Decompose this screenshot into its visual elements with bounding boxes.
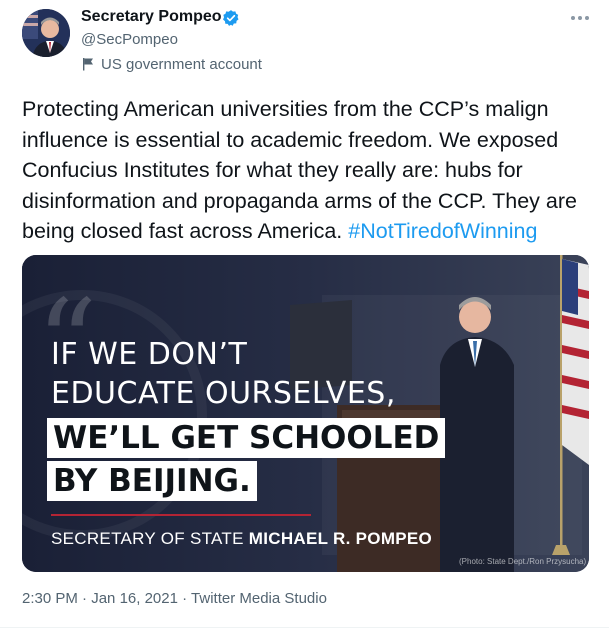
- media-quote-line-1: IF WE DON’T: [51, 337, 248, 372]
- meta-separator-2: ·: [177, 590, 192, 607]
- media-caption: SECRETARY OF STATE MICHAEL R. POMPEO: [51, 529, 432, 549]
- tweet-metadata: 2:30 PM · Jan 16, 2021 · Twitter Media S…: [22, 590, 327, 607]
- meta-separator: ·: [77, 590, 92, 607]
- avatar[interactable]: [22, 9, 70, 57]
- account-label-text: US government account: [101, 55, 262, 73]
- author-name[interactable]: Secretary Pompeo: [81, 8, 222, 26]
- account-label: US government account: [81, 55, 262, 73]
- media-background: [22, 255, 589, 572]
- flag-icon: [83, 58, 93, 71]
- tweet-source[interactable]: Twitter Media Studio: [191, 590, 327, 607]
- media-caption-name: MICHAEL R. POMPEO: [248, 529, 433, 548]
- photo-credit: (Photo: State Dept./Ron Przysucha): [459, 557, 587, 566]
- media-quote-line-3: WE’LL GET SCHOOLED: [47, 418, 446, 458]
- tweet: Secretary Pompeo @SecPompeo US governmen…: [0, 0, 609, 629]
- bottom-divider: [0, 627, 609, 628]
- more-icon[interactable]: [570, 12, 590, 24]
- media-quote-line-2: EDUCATE OURSELVES,: [51, 376, 396, 411]
- hashtag-link[interactable]: #NotTiredofWinning: [348, 219, 537, 243]
- tweet-media-image[interactable]: “ IF WE DON’T EDUCATE OURSELVES, WE’LL G…: [22, 255, 589, 572]
- media-caption-prefix: SECRETARY OF STATE: [51, 529, 249, 548]
- author-handle[interactable]: @SecPompeo: [81, 31, 178, 48]
- tweet-text: Protecting American universities from th…: [22, 94, 592, 247]
- verified-badge-icon: [223, 10, 239, 26]
- tweet-time[interactable]: 2:30 PM: [22, 590, 78, 607]
- accent-divider: [51, 514, 311, 516]
- tweet-date[interactable]: Jan 16, 2021: [91, 590, 178, 607]
- media-quote-line-4: BY BEIJING.: [47, 461, 257, 501]
